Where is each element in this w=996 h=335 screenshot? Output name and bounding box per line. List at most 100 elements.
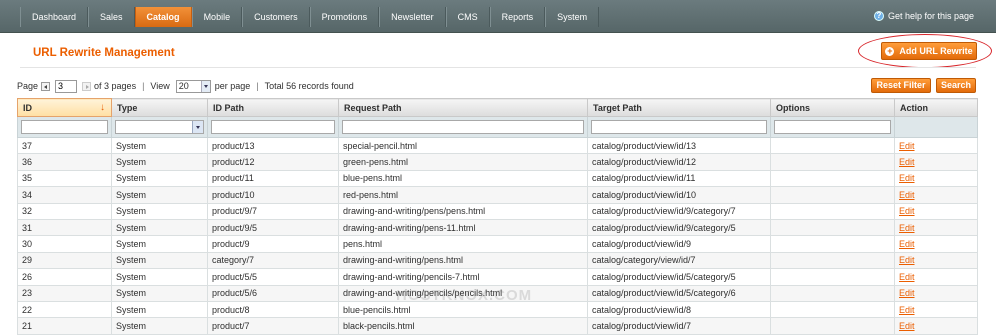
- edit-link[interactable]: Edit: [899, 141, 915, 151]
- edit-link[interactable]: Edit: [899, 288, 915, 298]
- table-row[interactable]: 22 System product/8 blue-pencils.html catalo…: [17, 301, 978, 319]
- edit-link[interactable]: Edit: [899, 223, 915, 233]
- table-row[interactable]: 31 System product/9/5 drawing-and-writing/p…: [17, 219, 978, 237]
- nav-item-reports[interactable]: Reports: [489, 7, 546, 27]
- cell-id: 21: [17, 317, 112, 335]
- column-header-request-path[interactable]: Request Path: [338, 98, 588, 117]
- nav-item-cms[interactable]: CMS: [445, 7, 490, 27]
- page-number-input[interactable]: [55, 79, 78, 93]
- cell-action: Edit: [894, 252, 978, 270]
- previous-page-icon[interactable]: [41, 81, 51, 91]
- cell-request-path: drawing-and-writing/pencils-7.html: [338, 268, 588, 286]
- search-button[interactable]: Search: [936, 78, 976, 93]
- cell-options: [770, 153, 895, 171]
- cell-id-path: product/8: [207, 301, 339, 319]
- nav-menu: Dashboard Sales Catalog Mobile Customers Prom…: [20, 7, 600, 27]
- cell-options: [770, 235, 895, 253]
- cell-target-path: catalog/product/view/id/9/category/7: [587, 203, 771, 220]
- cell-target-path: catalog/product/view/id/12: [587, 153, 771, 171]
- cell-id-path: product/10: [207, 186, 339, 204]
- url-rewrite-grid: ID ↓ Type ID Path Request Path Target Pat…: [17, 98, 978, 335]
- nav-item-newsletter[interactable]: Newsletter: [379, 7, 446, 27]
- table-row[interactable]: 35 System product/11 blue-pens.html catalog/…: [17, 170, 978, 188]
- table-row[interactable]: 23 System product/5/6 drawing-and-writing/p…: [17, 285, 978, 302]
- cell-type: System: [111, 235, 208, 253]
- table-row[interactable]: 30 System product/9 pens.html catalog/produc…: [17, 235, 978, 253]
- nav-item-mobile[interactable]: Mobile: [191, 7, 243, 27]
- filter-id-input[interactable]: [21, 120, 108, 134]
- filter-type-select[interactable]: [115, 120, 204, 134]
- table-row[interactable]: 29 System category/7 drawing-and-writing/pe…: [17, 252, 978, 270]
- table-row[interactable]: 26 System product/5/5 drawing-and-writing/p…: [17, 268, 978, 286]
- cell-id-path: product/9/5: [207, 219, 339, 237]
- filter-options-input[interactable]: [774, 120, 891, 134]
- pager: Page of 3 pages | View 20 per page | Tot…: [17, 78, 354, 94]
- cell-target-path: catalog/product/view/id/8: [587, 301, 771, 319]
- filter-id-path-input[interactable]: [211, 120, 335, 134]
- column-header-type[interactable]: Type: [111, 98, 208, 117]
- cell-id: 37: [17, 137, 112, 155]
- help-link[interactable]: ? Get help for this page: [873, 11, 974, 21]
- reset-filter-button[interactable]: Reset Filter: [871, 78, 931, 93]
- cell-id: 35: [17, 170, 112, 188]
- cell-id-path: product/13: [207, 137, 339, 155]
- edit-link[interactable]: Edit: [899, 239, 915, 249]
- edit-link[interactable]: Edit: [899, 305, 915, 315]
- edit-link[interactable]: Edit: [899, 173, 915, 183]
- next-page-icon[interactable]: [82, 81, 92, 91]
- cell-id-path: product/5/6: [207, 285, 339, 302]
- per-page-select[interactable]: 20: [175, 79, 211, 93]
- cell-options: [770, 219, 895, 237]
- column-header-options[interactable]: Options: [770, 98, 895, 117]
- table-row[interactable]: 34 System product/10 red-pens.html catalog/p…: [17, 186, 978, 204]
- column-header-id-path[interactable]: ID Path: [207, 98, 339, 117]
- cell-target-path: catalog/product/view/id/7: [587, 317, 771, 335]
- column-header-target-path[interactable]: Target Path: [587, 98, 771, 117]
- filter-target-path-input[interactable]: [591, 120, 767, 134]
- edit-link[interactable]: Edit: [899, 255, 915, 265]
- cell-id-path: category/7: [207, 252, 339, 270]
- cell-target-path: catalog/product/view/id/11: [587, 170, 771, 188]
- help-text[interactable]: Get help for this page: [888, 11, 974, 21]
- nav-item-promotions[interactable]: Promotions: [309, 7, 380, 27]
- column-header-id[interactable]: ID ↓: [17, 98, 112, 117]
- cell-type: System: [111, 203, 208, 220]
- cell-id-path: product/9/7: [207, 203, 339, 220]
- table-row[interactable]: 36 System product/12 green-pens.html catalog…: [17, 153, 978, 171]
- cell-action: Edit: [894, 153, 978, 171]
- nav-item-dashboard[interactable]: Dashboard: [20, 7, 89, 27]
- add-url-rewrite-button[interactable]: + Add URL Rewrite: [881, 42, 977, 60]
- cell-request-path: drawing-and-writing/pens/pens.html: [338, 203, 588, 220]
- cell-type: System: [111, 301, 208, 319]
- cell-id: 31: [17, 219, 112, 237]
- cell-target-path: catalog/product/view/id/5/category/5: [587, 268, 771, 286]
- edit-link[interactable]: Edit: [899, 272, 915, 282]
- cell-id: 34: [17, 186, 112, 204]
- table-row[interactable]: 32 System product/9/7 drawing-and-writing/p…: [17, 203, 978, 220]
- edit-link[interactable]: Edit: [899, 206, 915, 216]
- cell-type: System: [111, 137, 208, 155]
- nav-item-system[interactable]: System: [545, 7, 600, 27]
- sort-arrow-icon: ↓: [100, 102, 105, 113]
- nav-item-customers[interactable]: Customers: [242, 7, 310, 27]
- cell-target-path: catalog/category/view/id/7: [587, 252, 771, 270]
- cell-target-path: catalog/product/view/id/13: [587, 137, 771, 155]
- cell-type: System: [111, 268, 208, 286]
- cell-options: [770, 301, 895, 319]
- of-pages-text: of 3 pages: [94, 81, 137, 91]
- table-row[interactable]: 37 System product/13 special-pencil.html cat…: [17, 137, 978, 155]
- table-row[interactable]: 21 System product/7 black-pencils.html catal…: [17, 317, 978, 335]
- cell-options: [770, 203, 895, 220]
- page-title: URL Rewrite Management: [33, 47, 175, 59]
- filter-request-path-input[interactable]: [342, 120, 584, 134]
- edit-link[interactable]: Edit: [899, 190, 915, 200]
- cell-request-path: black-pencils.html: [338, 317, 588, 335]
- cell-options: [770, 170, 895, 188]
- cell-action: Edit: [894, 203, 978, 220]
- total-records-text: Total 56 records found: [264, 81, 354, 91]
- edit-link[interactable]: Edit: [899, 157, 915, 167]
- nav-item-sales[interactable]: Sales: [88, 7, 135, 27]
- nav-item-catalog[interactable]: Catalog: [134, 7, 192, 27]
- edit-link[interactable]: Edit: [899, 321, 915, 331]
- per-page-value: 20: [178, 80, 189, 91]
